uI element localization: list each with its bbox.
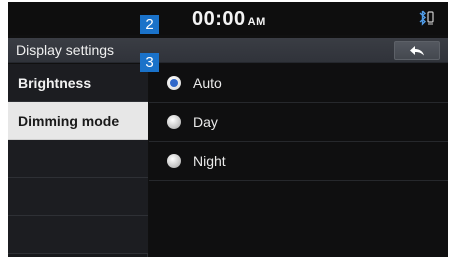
back-button[interactable] bbox=[394, 41, 440, 60]
title-bar: Display settings bbox=[8, 38, 448, 63]
sidebar-item-brightness[interactable]: Brightness bbox=[8, 64, 148, 102]
clock-time: 00:00 bbox=[192, 8, 246, 30]
callout-marker: 2 bbox=[140, 15, 159, 34]
option-label: Day bbox=[193, 114, 218, 130]
back-arrow-icon bbox=[410, 46, 424, 56]
radio-checked-icon[interactable] bbox=[167, 76, 181, 90]
clock: 00:00 AM bbox=[192, 8, 266, 31]
bluetooth-phone-icon bbox=[416, 10, 436, 28]
sidebar-empty-slot bbox=[8, 178, 148, 216]
status-bar: 00:00 AM bbox=[8, 2, 448, 35]
page-title: Display settings bbox=[16, 42, 115, 58]
option-auto[interactable]: Auto bbox=[149, 64, 448, 103]
option-night[interactable]: Night bbox=[149, 142, 448, 181]
radio-unchecked-icon[interactable] bbox=[167, 154, 181, 168]
option-label: Night bbox=[193, 153, 226, 169]
sidebar-item-dimming-mode[interactable]: Dimming mode bbox=[8, 102, 148, 140]
sidebar: Brightness Dimming mode bbox=[8, 64, 148, 257]
sidebar-item-label: Dimming mode bbox=[18, 113, 120, 129]
sidebar-item-label: Brightness bbox=[18, 75, 92, 91]
sidebar-empty-slot bbox=[8, 216, 148, 254]
dimming-options-list: Auto Day Night bbox=[149, 64, 448, 257]
screen: 00:00 AM Display settings Brightness Dimm… bbox=[0, 0, 449, 259]
radio-unchecked-icon[interactable] bbox=[167, 115, 181, 129]
sidebar-empty-slot bbox=[8, 140, 148, 178]
option-label: Auto bbox=[193, 75, 222, 91]
option-day[interactable]: Day bbox=[149, 103, 448, 142]
callout-marker: 3 bbox=[140, 53, 159, 72]
radio-dot bbox=[170, 79, 178, 87]
infotainment-display: 00:00 AM Display settings Brightness Dimm… bbox=[8, 2, 448, 257]
clock-ampm: AM bbox=[247, 16, 266, 28]
